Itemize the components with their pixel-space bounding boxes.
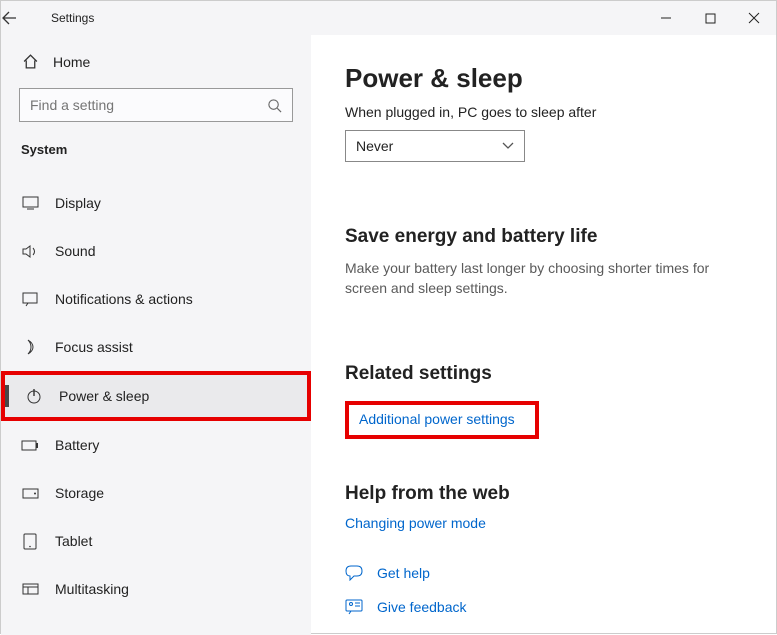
sidebar-item-notifications[interactable]: Notifications & actions <box>1 275 311 323</box>
page-title: Power & sleep <box>345 63 742 94</box>
get-help-row[interactable]: Get help <box>345 565 742 581</box>
get-help-icon <box>345 565 363 581</box>
nav-label: Power & sleep <box>59 388 149 404</box>
sidebar-item-sound[interactable]: Sound <box>1 227 311 275</box>
minimize-button[interactable] <box>644 1 688 35</box>
power-icon <box>25 388 43 404</box>
feedback-icon <box>345 599 363 615</box>
sleep-dropdown[interactable]: Never <box>345 130 525 162</box>
storage-icon <box>21 488 39 499</box>
sidebar-home[interactable]: Home <box>1 47 311 76</box>
nav-label: Multitasking <box>55 581 129 597</box>
nav-label: Notifications & actions <box>55 291 193 307</box>
focus-assist-icon <box>21 339 39 355</box>
give-feedback-link[interactable]: Give feedback <box>377 599 467 615</box>
highlight-box: Additional power settings <box>345 401 539 439</box>
notifications-icon <box>21 292 39 307</box>
display-icon <box>21 196 39 210</box>
energy-text: Make your battery last longer by choosin… <box>345 258 735 299</box>
sleep-dropdown-value: Never <box>356 138 393 154</box>
search-input[interactable] <box>30 97 267 113</box>
sidebar-item-focus-assist[interactable]: Focus assist <box>1 323 311 371</box>
chevron-down-icon <box>502 142 514 150</box>
content-pane: Power & sleep When plugged in, PC goes t… <box>311 35 776 635</box>
help-heading: Help from the web <box>345 483 742 505</box>
changing-power-mode-link[interactable]: Changing power mode <box>345 515 486 531</box>
nav-label: Battery <box>55 437 99 453</box>
sidebar-item-multitasking[interactable]: Multitasking <box>1 565 311 613</box>
sidebar-item-display[interactable]: Display <box>1 179 311 227</box>
nav-label: Focus assist <box>55 339 133 355</box>
sidebar-item-battery[interactable]: Battery <box>1 421 311 469</box>
search-icon <box>267 98 282 113</box>
home-icon <box>21 53 39 70</box>
energy-heading: Save energy and battery life <box>345 226 742 248</box>
window-controls <box>644 1 776 35</box>
nav-label: Display <box>55 195 101 211</box>
additional-power-settings-link[interactable]: Additional power settings <box>359 411 515 427</box>
give-feedback-row[interactable]: Give feedback <box>345 599 742 615</box>
related-heading: Related settings <box>345 363 742 385</box>
search-box[interactable] <box>19 88 293 122</box>
nav-label: Sound <box>55 243 95 259</box>
get-help-link[interactable]: Get help <box>377 565 430 581</box>
close-button[interactable] <box>732 1 776 35</box>
sidebar-item-storage[interactable]: Storage <box>1 469 311 517</box>
back-button[interactable] <box>1 10 45 26</box>
sidebar-item-tablet[interactable]: Tablet <box>1 517 311 565</box>
tablet-icon <box>21 533 39 550</box>
sound-icon <box>21 244 39 259</box>
sidebar-section-title: System <box>1 138 311 163</box>
home-label: Home <box>53 54 90 70</box>
sidebar-nav: Display Sound Notifications & actions Fo… <box>1 179 311 613</box>
sidebar-item-power-sleep[interactable]: Power & sleep <box>1 371 311 421</box>
sidebar: Home System Display Sound Notifications … <box>1 35 311 635</box>
sleep-label: When plugged in, PC goes to sleep after <box>345 104 742 120</box>
battery-icon <box>21 440 39 451</box>
multitasking-icon <box>21 583 39 595</box>
title-bar: Settings <box>1 1 776 35</box>
nav-label: Tablet <box>55 533 92 549</box>
app-title: Settings <box>45 11 94 25</box>
nav-label: Storage <box>55 485 104 501</box>
maximize-button[interactable] <box>688 1 732 35</box>
